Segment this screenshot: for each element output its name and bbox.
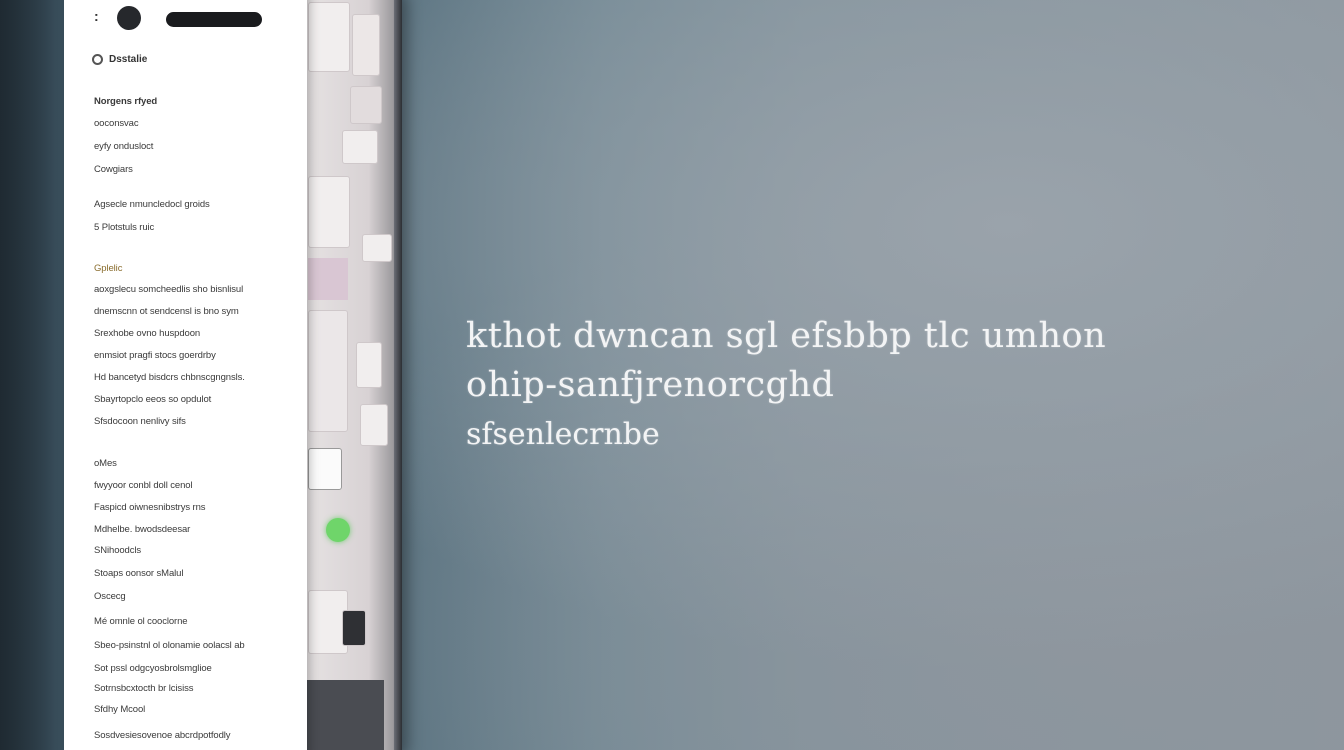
- panel-header[interactable]: Dsstalie: [92, 54, 147, 65]
- panel-header-label: Dsstalie: [109, 54, 148, 65]
- headline-line-3: sfsenlecrnbe: [466, 417, 660, 452]
- app-tile: [308, 176, 350, 248]
- menu-item[interactable]: Stoaps oonsor sMalul: [94, 568, 183, 579]
- menu-item[interactable]: Agsecle nmuncledocl groids: [94, 199, 210, 210]
- app-tile: [350, 86, 382, 124]
- section-heading: oMes: [94, 458, 117, 469]
- screenshot-scene: : Dsstalie Norgens rfyed ooconsvac eyfy …: [0, 0, 1344, 750]
- headline-line-1: kthot dwncan sgl efsbbp tlc umhon: [466, 316, 1107, 356]
- app-tile: [308, 2, 350, 72]
- menu-item[interactable]: aoxgslecu somcheedlis sho bisnlisul: [94, 284, 243, 295]
- app-tile: [360, 404, 388, 446]
- app-tile-pink: [308, 258, 348, 300]
- menu-item[interactable]: Srexhobe ovno huspdoon: [94, 328, 200, 339]
- menu-item[interactable]: Hd bancetyd bisdcrs chbnscgngnsls.: [94, 372, 245, 383]
- app-tile-dark: [342, 610, 366, 646]
- settings-panel: : Dsstalie Norgens rfyed ooconsvac eyfy …: [64, 0, 307, 750]
- headline-line-2: ohip-sanfjrenorcghd: [466, 365, 835, 405]
- more-icon[interactable]: :: [94, 8, 99, 24]
- menu-item[interactable]: Oscecg: [94, 591, 126, 602]
- menu-item[interactable]: SNihoodcls: [94, 545, 141, 556]
- left-shadow: [0, 0, 70, 750]
- menu-item[interactable]: Sfdhy Mcool: [94, 704, 145, 715]
- menu-item[interactable]: Sbayrtopclo eeos so opdulot: [94, 394, 211, 405]
- app-tile: [356, 342, 382, 388]
- app-tile: [362, 234, 392, 262]
- menu-item[interactable]: Sotrnsbcxtocth br lcisiss: [94, 683, 194, 694]
- menu-item[interactable]: enmsiot pragfi stocs goerdrby: [94, 350, 216, 361]
- phone-frame-edge: [394, 0, 402, 750]
- status-bar: :: [94, 6, 294, 30]
- menu-item[interactable]: fwyyoor conbl doll cenol: [94, 480, 193, 491]
- menu-item[interactable]: Faspicd oiwnesnibstrys rns: [94, 502, 206, 513]
- app-tile: [308, 310, 348, 432]
- menu-item[interactable]: eyfy ondusloct: [94, 141, 153, 152]
- menu-item[interactable]: Sot pssl odgcyosbrolsmglioe: [94, 663, 212, 674]
- menu-item[interactable]: Sfsdocoon nenlivy sifs: [94, 416, 186, 427]
- green-status-dot[interactable]: [326, 518, 350, 542]
- menu-item[interactable]: Sosdvesiesovenoe abcrdpotfodly: [94, 730, 231, 741]
- section-heading: Gplelic: [94, 263, 123, 274]
- app-tile: [342, 130, 378, 164]
- menu-item[interactable]: Norgens rfyed: [94, 96, 157, 107]
- app-tile: [352, 14, 380, 76]
- camera-icon: [117, 6, 141, 30]
- app-tile: [308, 448, 342, 490]
- menu-item[interactable]: Mé omnle ol cooclorne: [94, 616, 188, 627]
- menu-item[interactable]: ooconsvac: [94, 118, 139, 129]
- menu-item[interactable]: 5 Plotstuls ruic: [94, 222, 154, 233]
- settings-icon: [92, 54, 103, 65]
- menu-item[interactable]: Cowgiars: [94, 164, 133, 175]
- notch-pill: [166, 12, 262, 27]
- menu-item[interactable]: dnemscnn ot sendcensl is bno sym: [94, 306, 239, 317]
- phone-bottom-strip: [304, 680, 384, 750]
- menu-item[interactable]: Sbeo-psinstnl ol olonamie oolacsl ab: [94, 640, 245, 651]
- menu-item[interactable]: Mdhelbe. bwodsdeesar: [94, 524, 190, 535]
- headline-text: kthot dwncan sgl efsbbp tlc umhon ohip-s…: [466, 312, 1106, 460]
